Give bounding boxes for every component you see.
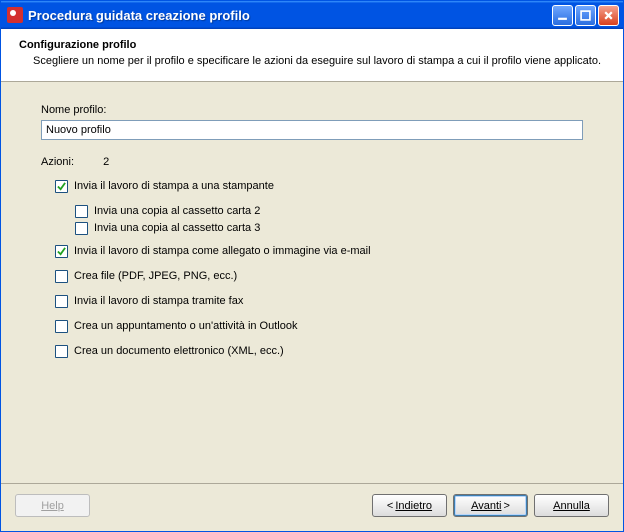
cancel-button-label: Annulla — [553, 500, 590, 512]
wizard-window: Procedura guidata creazione profilo Conf… — [0, 0, 624, 532]
action-label: Invia una copia al cassetto carta 2 — [94, 205, 260, 217]
action-label: Invia una copia al cassetto carta 3 — [94, 222, 260, 234]
action-label: Crea file (PDF, JPEG, PNG, ecc.) — [74, 270, 237, 282]
help-button-label: Help — [41, 500, 64, 512]
titlebar: Procedura guidata creazione profilo — [1, 1, 623, 29]
profile-name-label: Nome profilo: — [41, 104, 583, 116]
action-label: Crea un appuntamento o un'attività in Ou… — [74, 320, 297, 332]
back-button[interactable]: < Indietro — [372, 494, 447, 517]
actions-label: Azioni: — [41, 156, 74, 168]
next-button[interactable]: Avanti > — [453, 494, 528, 517]
close-icon — [603, 10, 614, 21]
wizard-header: Configurazione profilo Scegliere un nome… — [1, 29, 623, 82]
action-checkbox[interactable] — [55, 270, 68, 283]
actions-label-row: Azioni: 2 — [41, 156, 583, 168]
window-title: Procedura guidata creazione profilo — [28, 8, 552, 23]
action-checkbox[interactable] — [55, 295, 68, 308]
action-label: Crea un documento elettronico (XML, ecc.… — [74, 345, 284, 357]
wizard-content: Nome profilo: Azioni: 2 Invia il lavoro … — [1, 82, 623, 483]
profile-name-input[interactable] — [41, 120, 583, 140]
back-arrow-icon: < — [387, 500, 393, 512]
action-checkbox[interactable] — [55, 180, 68, 193]
cancel-button[interactable]: Annulla — [534, 494, 609, 517]
maximize-button[interactable] — [575, 5, 596, 26]
actions-count: 2 — [103, 156, 109, 168]
wizard-footer: Help < Indietro Avanti > Annulla — [1, 483, 623, 531]
header-heading: Configurazione profilo — [19, 39, 605, 51]
action-row: Invia una copia al cassetto carta 3 — [75, 222, 583, 235]
action-checkbox[interactable] — [55, 345, 68, 358]
action-label: Invia il lavoro di stampa a una stampant… — [74, 180, 274, 192]
action-row: Crea un documento elettronico (XML, ecc.… — [55, 345, 583, 358]
minimize-button[interactable] — [552, 5, 573, 26]
actions-checklist: Invia il lavoro di stampa a una stampant… — [55, 180, 583, 358]
action-checkbox[interactable] — [75, 205, 88, 218]
action-row: Crea un appuntamento o un'attività in Ou… — [55, 320, 583, 333]
next-arrow-icon: > — [503, 500, 509, 512]
back-button-label: Indietro — [395, 500, 432, 512]
minimize-icon — [557, 10, 568, 21]
action-row: Invia il lavoro di stampa a una stampant… — [55, 180, 583, 193]
app-icon — [7, 7, 23, 23]
action-row: Invia il lavoro di stampa come allegato … — [55, 245, 583, 258]
help-button: Help — [15, 494, 90, 517]
maximize-icon — [580, 10, 591, 21]
action-label: Invia il lavoro di stampa come allegato … — [74, 245, 371, 257]
action-row: Invia una copia al cassetto carta 2 — [75, 205, 583, 218]
action-row: Crea file (PDF, JPEG, PNG, ecc.) — [55, 270, 583, 283]
close-button[interactable] — [598, 5, 619, 26]
header-subheading: Scegliere un nome per il profilo e speci… — [33, 54, 605, 69]
action-checkbox[interactable] — [55, 245, 68, 258]
action-checkbox[interactable] — [55, 320, 68, 333]
action-row: Invia il lavoro di stampa tramite fax — [55, 295, 583, 308]
action-checkbox[interactable] — [75, 222, 88, 235]
action-label: Invia il lavoro di stampa tramite fax — [74, 295, 243, 307]
next-button-label: Avanti — [471, 500, 501, 512]
